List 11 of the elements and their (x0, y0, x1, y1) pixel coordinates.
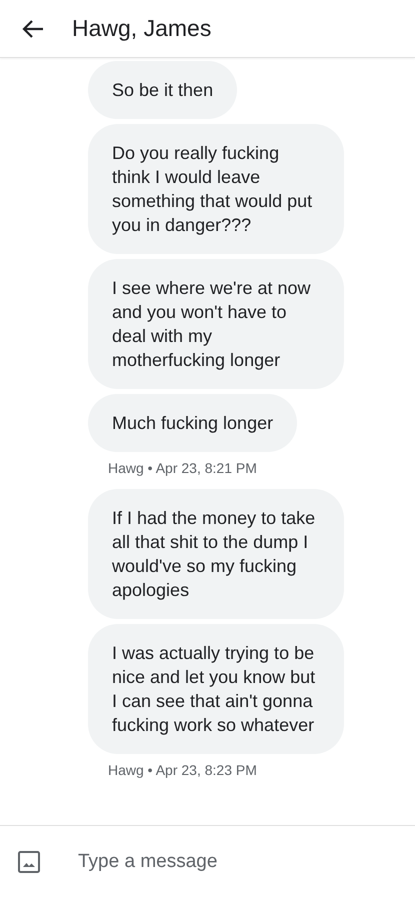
message-timestamp: Hawg • Apr 23, 8:21 PM (107, 459, 257, 478)
message-timestamp: Hawg • Apr 23, 8:23 PM (107, 761, 257, 780)
message-bubble: If I had the money to take all that shit to the dump I would've so my fucking apologies (88, 489, 344, 619)
message-bubble: Much fucking longer (88, 394, 298, 452)
contact-name: Hawg, James (72, 15, 212, 42)
back-arrow-icon (22, 18, 44, 38)
message-bubble: I was actually trying to be nice and let you know but I can see that ain't gonna fucking work so whatever (88, 624, 344, 754)
message-bubble: Do you really fucking think I would leave something that would put you in danger??? (88, 124, 344, 254)
message-bubble: So be it then (88, 61, 238, 119)
message-bubble: I see where we're at now and you won't have to deal with my motherfucking longer (88, 259, 344, 389)
image-icon[interactable] (18, 851, 40, 873)
